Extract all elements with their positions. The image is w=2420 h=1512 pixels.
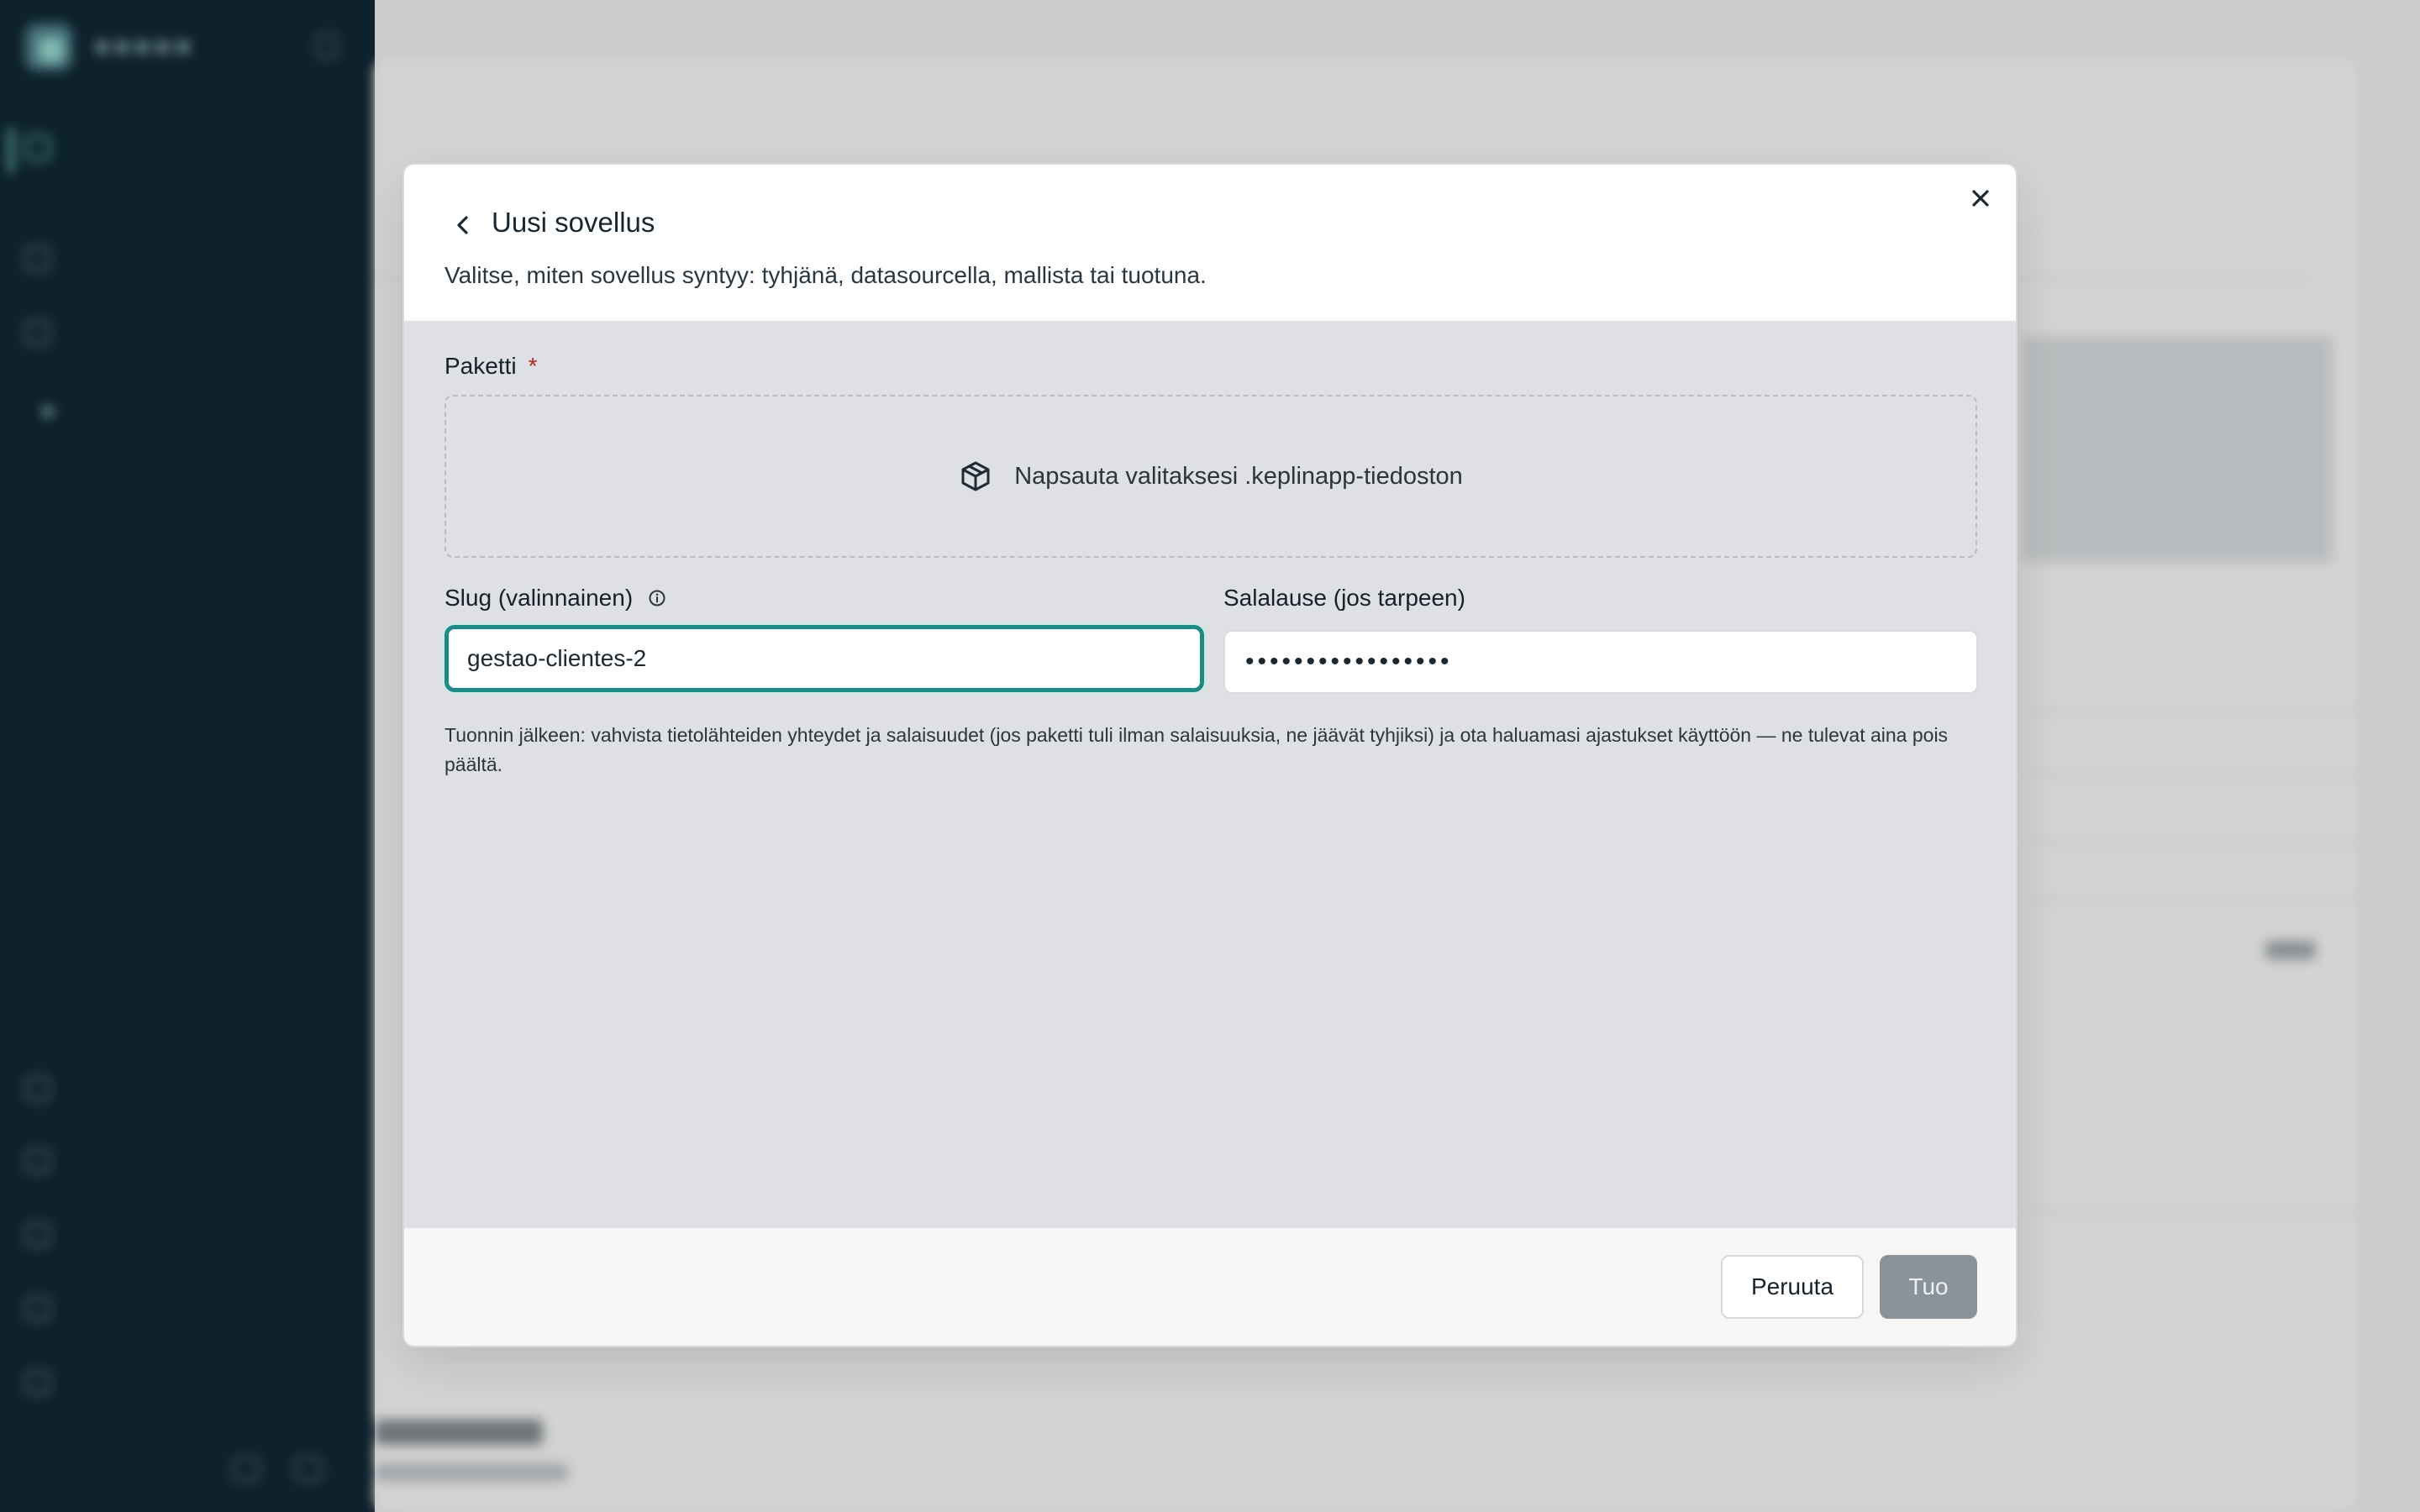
required-marker: *: [528, 353, 538, 379]
dialog-body: Paketti * Napsauta valitaksesi .keplinapp…: [404, 321, 2016, 1346]
package-dropzone[interactable]: Napsauta valitaksesi .keplinapp-tiedosto…: [445, 395, 1977, 558]
passphrase-input[interactable]: [1223, 630, 1978, 694]
slug-label-text: Slug (valinnainen): [445, 585, 634, 611]
package-label-text: Paketti: [445, 353, 517, 379]
dialog-header: Uusi sovellus Valitse, miten sovellus sy…: [404, 165, 2016, 321]
import-button[interactable]: Tuo: [1880, 1255, 1977, 1319]
slug-label: Slug (valinnainen): [445, 585, 666, 612]
chevron-left-icon: [457, 216, 468, 234]
dropzone-text: Napsauta valitaksesi .keplinapp-tiedosto…: [1014, 462, 1463, 490]
package-label: Paketti *: [445, 353, 538, 380]
passphrase-label: Salalause (jos tarpeen): [1223, 585, 1465, 611]
dialog-footer: Peruuta Tuo: [404, 1228, 2016, 1346]
slug-input[interactable]: [445, 625, 1204, 692]
dialog-title: Uusi sovellus: [492, 207, 655, 238]
close-icon: [1972, 190, 1989, 207]
back-button[interactable]: [446, 208, 480, 242]
import-help-text: Tuonnin jälkeen: vahvista tietolähteiden…: [445, 724, 1949, 775]
package-icon: [961, 461, 990, 491]
cancel-button[interactable]: Peruuta: [1721, 1255, 1864, 1319]
close-button[interactable]: [1964, 181, 1997, 215]
dialog-subtitle: Valitse, miten sovellus syntyy: tyhjänä,…: [445, 262, 1207, 288]
info-icon[interactable]: [648, 589, 666, 607]
new-app-dialog: Uusi sovellus Valitse, miten sovellus sy…: [402, 163, 2018, 1347]
